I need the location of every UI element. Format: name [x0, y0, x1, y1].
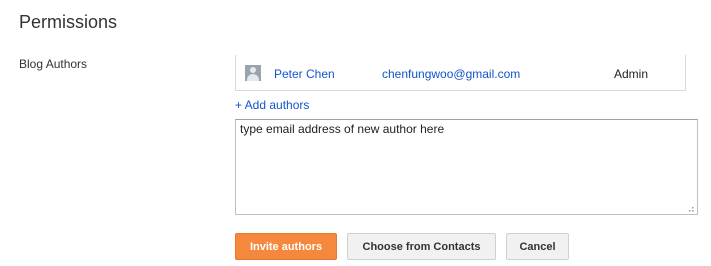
authors-list: Peter Chen chenfungwoo@gmail.com Admin: [235, 55, 686, 91]
author-name-link[interactable]: Peter Chen: [274, 67, 335, 81]
author-email-link[interactable]: chenfungwoo@gmail.com: [382, 67, 520, 81]
user-avatar-icon: [245, 65, 261, 81]
choose-from-contacts-button[interactable]: Choose from Contacts: [347, 233, 496, 260]
author-role: Admin: [614, 67, 649, 81]
author-row: Peter Chen chenfungwoo@gmail.com Admin: [236, 55, 685, 91]
cancel-button[interactable]: Cancel: [506, 233, 569, 260]
resize-grip-icon[interactable]: [686, 205, 695, 213]
add-authors-link[interactable]: + Add authors: [235, 98, 309, 112]
blog-authors-label: Blog Authors: [19, 57, 88, 71]
invite-authors-button[interactable]: Invite authors: [235, 233, 337, 260]
section-title: Permissions: [19, 12, 118, 32]
invite-email-textarea[interactable]: type email address of new author here: [235, 119, 698, 215]
